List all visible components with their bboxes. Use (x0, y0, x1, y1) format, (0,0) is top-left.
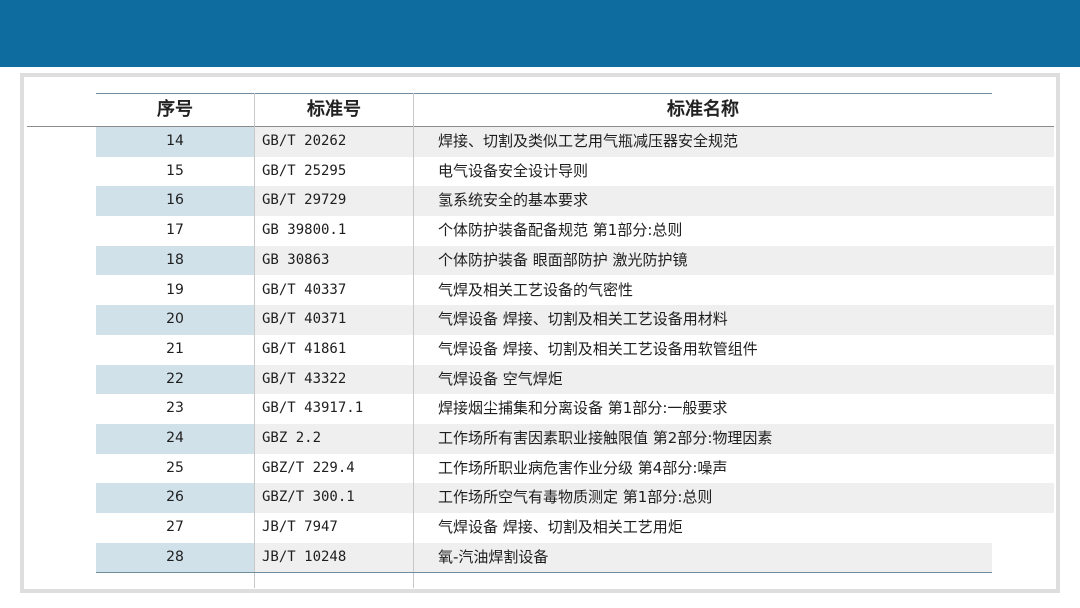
header-standard-number: 标准号 (307, 99, 361, 120)
cell-standard-number: GBZ 2.2 (262, 430, 322, 446)
cell-standard-name: 氢系统安全的基本要求 (438, 191, 589, 210)
cell-standard-name: 工作场所职业病危害作业分级 第4部分:噪声 (438, 458, 728, 477)
cell-serial-number: 23 (166, 400, 184, 417)
table-row: 21 GB/T 41861 气焊设备 焊接、切割及相关工艺设备用软管组件 (96, 335, 1054, 365)
cell-standard-number: GBZ/T 229.4 (262, 459, 355, 476)
table-row: 27 JB/T 7947 气焊设备 焊接、切割及相关工艺用炬 (96, 513, 1054, 543)
cell-serial-number: 24 (96, 424, 254, 454)
cell-standard-number: GB 39800.1 (262, 222, 347, 239)
header-standard-name: 标准名称 (667, 99, 739, 120)
table-row: 26 GBZ/T 300.1 工作场所空气有毒物质测定 第1部分:总则 (96, 483, 1054, 514)
cell-standard-name: 气焊设备 焊接、切割及相关工艺用炬 (438, 518, 683, 537)
cell-standard-number: GBZ/T 300.1 (262, 489, 355, 506)
cell-serial-number: 14 (96, 127, 254, 157)
cell-standard-name: 工作场所空气有毒物质测定 第1部分:总则 (438, 488, 713, 507)
cell-standard-number: GB/T 40337 (262, 281, 347, 298)
cell-serial-number: 20 (96, 305, 254, 335)
cell-serial-number: 28 (96, 542, 254, 573)
table-row: 16 GB/T 29729 氢系统安全的基本要求 (96, 186, 1054, 217)
table-row: 19 GB/T 40337 气焊及相关工艺设备的气密性 (96, 276, 1054, 306)
cell-serial-number: 15 (166, 162, 184, 179)
cell-standard-number: GB/T 20262 (262, 133, 347, 149)
table-row: 18 GB 30863 个体防护装备 眼面部防护 激光防护镜 (96, 245, 1054, 276)
table-row: 15 GB/T 25295 电气设备安全设计导则 (96, 157, 1054, 187)
cell-serial-number: 17 (166, 222, 184, 239)
cell-serial-number: 22 (96, 364, 254, 395)
table-row: 14 GB/T 20262 焊接、切割及类似工艺用气瓶减压器安全规范 (96, 127, 1054, 157)
cell-standard-number: GB/T 43917.1 (262, 400, 364, 417)
cell-serial-number: 18 (96, 245, 254, 276)
cell-standard-name: 氧-汽油焊割设备 (438, 547, 549, 566)
cell-standard-name: 个体防护装备 眼面部防护 激光防护镜 (438, 250, 688, 269)
table-row: 22 GB/T 43322 气焊设备 空气焊炬 (96, 364, 1054, 395)
header-serial-number: 序号 (157, 99, 193, 120)
cell-standard-number: JB/T 7947 (262, 519, 338, 536)
table-row: 23 GB/T 43917.1 焊接烟尘捕集和分离设备 第1部分:一般要求 (96, 394, 1054, 424)
cell-standard-number: GB/T 40371 (262, 311, 347, 328)
cell-standard-name: 气焊设备 空气焊炬 (438, 369, 563, 388)
cell-standard-name: 气焊设备 焊接、切割及相关工艺设备用软管组件 (438, 339, 758, 358)
cell-standard-number: JB/T 10248 (262, 548, 347, 565)
cell-standard-name: 工作场所有害因素职业接触限值 第2部分:物理因素 (438, 429, 773, 447)
cell-serial-number: 16 (96, 186, 254, 217)
cell-standard-name: 个体防护装备配备规范 第1部分:总则 (438, 221, 683, 240)
cell-serial-number: 25 (166, 459, 184, 476)
cell-serial-number: 21 (166, 340, 184, 357)
cell-standard-number: GB/T 41861 (262, 340, 347, 357)
table-row: 17 GB 39800.1 个体防护装备配备规范 第1部分:总则 (96, 216, 1054, 246)
table-row: 20 GB/T 40371 气焊设备 焊接、切割及相关工艺设备用材料 (96, 305, 1054, 335)
cell-standard-name: 焊接、切割及类似工艺用气瓶减压器安全规范 (438, 132, 739, 150)
table-bottom-rule (96, 572, 992, 573)
column-separator (254, 93, 255, 588)
table-row: 25 GBZ/T 229.4 工作场所职业病危害作业分级 第4部分:噪声 (96, 454, 1054, 484)
cell-standard-number: GB/T 43322 (262, 370, 347, 387)
cell-standard-name: 电气设备安全设计导则 (438, 161, 589, 180)
table-row: 28 JB/T 10248 氧-汽油焊割设备 (96, 542, 992, 573)
cell-standard-number: GB 30863 (262, 251, 330, 268)
cell-standard-name: 气焊及相关工艺设备的气密性 (438, 280, 634, 299)
cell-standard-name: 气焊设备 焊接、切割及相关工艺设备用材料 (438, 310, 728, 329)
cell-standard-number: GB/T 25295 (262, 162, 347, 179)
column-separator (413, 93, 414, 588)
cell-standard-name: 焊接烟尘捕集和分离设备 第1部分:一般要求 (438, 399, 728, 418)
cell-standard-number: GB/T 29729 (262, 192, 347, 209)
top-banner (0, 0, 1080, 67)
cell-serial-number: 26 (96, 483, 254, 514)
table-row: 24 GBZ 2.2 工作场所有害因素职业接触限值 第2部分:物理因素 (96, 424, 1054, 454)
cell-serial-number: 19 (166, 281, 184, 298)
cell-serial-number: 27 (166, 519, 184, 536)
